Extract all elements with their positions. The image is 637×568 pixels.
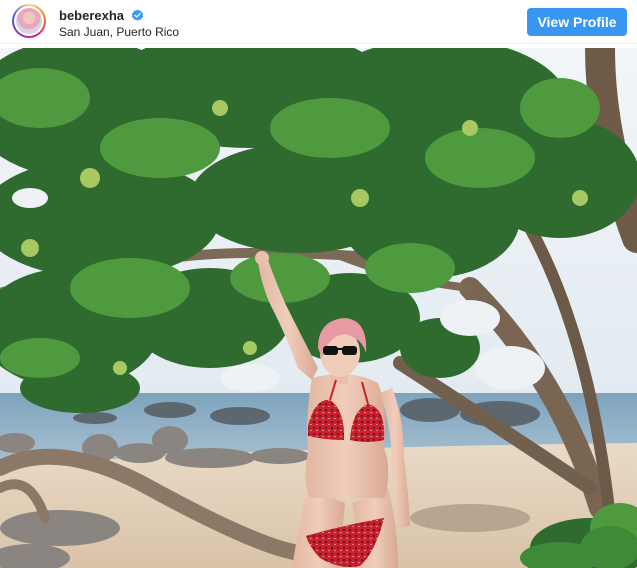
avatar-image xyxy=(16,8,42,34)
post-header: beberexha San Juan, Puerto Rico View Pro… xyxy=(0,0,637,44)
location-link[interactable]: San Juan, Puerto Rico xyxy=(59,25,179,39)
post-photo[interactable] xyxy=(0,48,637,568)
verified-badge-icon xyxy=(131,9,144,21)
beach-photo-illustration xyxy=(0,48,637,568)
view-profile-button[interactable]: View Profile xyxy=(527,8,627,36)
avatar[interactable] xyxy=(12,4,46,38)
username-link[interactable]: beberexha xyxy=(59,8,124,23)
